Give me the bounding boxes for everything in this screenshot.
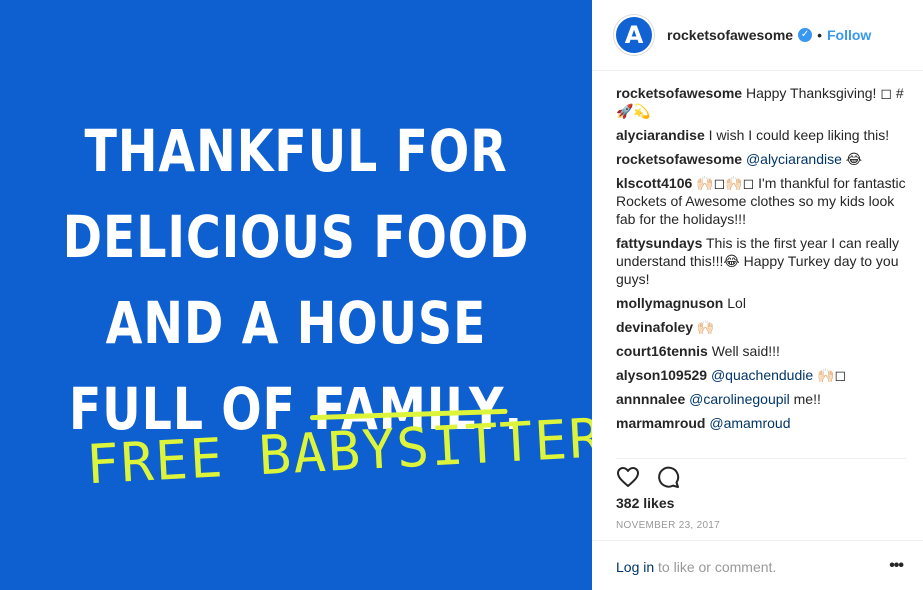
list-item: fattysundays This is the first year I ca… <box>616 234 908 288</box>
comment-text: 🙌🏻 <box>696 319 715 335</box>
follow-button[interactable]: Follow <box>827 27 871 43</box>
list-item: devinafoley 🙌🏻 <box>616 318 908 336</box>
list-item: rocketsofawesome Happy Thanksgiving! ◻ #… <box>616 84 908 120</box>
login-footer: Log in to like or comment. ••• <box>592 540 923 590</box>
post-actions <box>616 458 906 493</box>
post-date: NOVEMBER 23, 2017 <box>616 520 721 531</box>
comment-mention[interactable]: @quachendudie <box>711 367 813 383</box>
verified-badge-icon: ✓ <box>798 28 813 42</box>
comment-text: I wish I could keep liking this! <box>708 127 890 143</box>
headline-line-3: AND A HOUSE <box>105 289 487 357</box>
headline-line-2: DELICIOUS FOOD <box>62 203 530 271</box>
headline-line-1: THANKFUL FOR <box>84 117 508 185</box>
comment-username[interactable]: fattysundays <box>616 235 702 251</box>
comment-username[interactable]: rocketsofawesome <box>616 85 742 101</box>
comment-mention[interactable]: @alyciarandise <box>746 151 842 167</box>
list-item: mollymagnuson Lol <box>616 294 908 312</box>
comment-icon[interactable] <box>656 465 680 489</box>
username-link[interactable]: rocketsofawesome <box>667 27 793 43</box>
comment-text: 😂 <box>845 151 863 167</box>
comment-username[interactable]: alyciarandise <box>616 127 705 143</box>
comment-text: 🙌🏻◻ <box>817 367 847 383</box>
separator-dot: • <box>817 27 822 43</box>
list-item: court16tennis Well said!!! <box>616 342 908 360</box>
comment-username[interactable]: klscott4106 <box>616 175 692 191</box>
comment-text: me!! <box>793 391 821 407</box>
list-item: rocketsofawesome @alyciarandise 😂 <box>616 150 908 168</box>
comment-username[interactable]: devinafoley <box>616 319 693 335</box>
comment-username[interactable]: alyson109529 <box>616 367 707 383</box>
comment-mention[interactable]: @amamroud <box>709 415 790 431</box>
list-item: klscott4106 🙌🏻◻🙌🏻◻ I'm thankful for fant… <box>616 174 908 228</box>
comment-username[interactable]: mollymagnuson <box>616 295 723 311</box>
list-item: marmamroud @amamroud <box>616 414 908 432</box>
list-item: annnnalee @carolinegoupil me!! <box>616 390 908 408</box>
post-header: A rocketsofawesome ✓ • Follow <box>592 0 923 71</box>
post-sidebar: A rocketsofawesome ✓ • Follow rocketsofa… <box>592 0 923 590</box>
more-icon[interactable]: ••• <box>889 557 904 575</box>
heart-icon[interactable] <box>616 465 640 489</box>
comment-username[interactable]: rocketsofawesome <box>616 151 742 167</box>
comment-username[interactable]: marmamroud <box>616 415 705 431</box>
login-link[interactable]: Log in <box>616 559 654 575</box>
list-item: alyson109529 @quachendudie 🙌🏻◻ <box>616 366 908 384</box>
likes-count[interactable]: 382 likes <box>616 495 674 511</box>
avatar[interactable]: A <box>614 15 654 55</box>
comment-text: Well said!!! <box>711 343 780 359</box>
post-image: THANKFUL FOR DELICIOUS FOOD AND A HOUSE … <box>0 0 592 590</box>
list-item: alyciarandise I wish I could keep liking… <box>616 126 908 144</box>
comment-username[interactable]: annnnalee <box>616 391 685 407</box>
comment-username[interactable]: court16tennis <box>616 343 708 359</box>
post-image-headline: THANKFUL FOR DELICIOUS FOOD AND A HOUSE … <box>53 108 538 452</box>
login-prompt-text: to like or comment. <box>654 559 777 575</box>
comment-text: Lol <box>727 295 746 311</box>
comments-list: rocketsofawesome Happy Thanksgiving! ◻ #… <box>616 84 908 438</box>
comment-mention[interactable]: @carolinegoupil <box>689 391 790 407</box>
login-prompt: Log in to like or comment. <box>616 559 776 575</box>
